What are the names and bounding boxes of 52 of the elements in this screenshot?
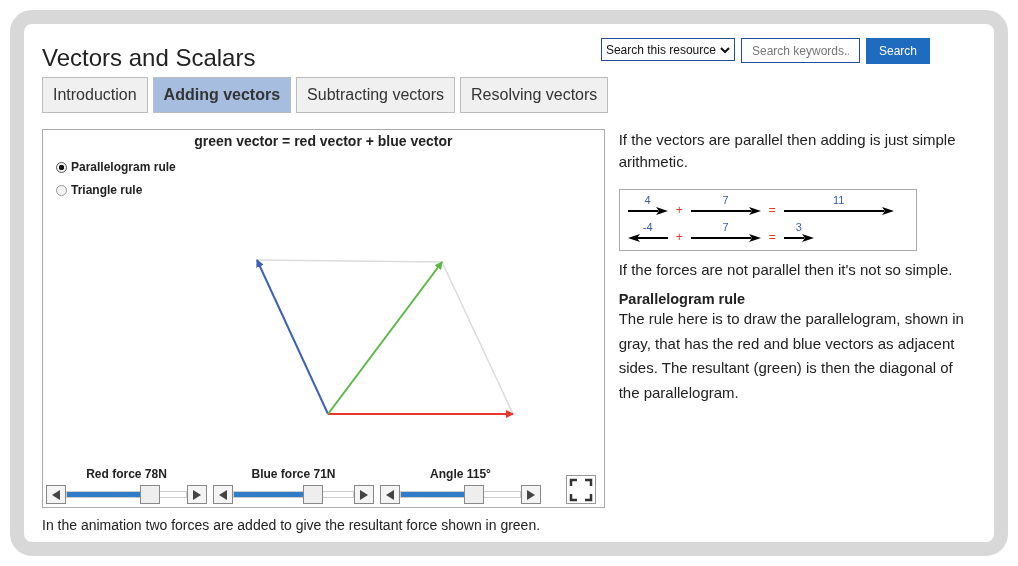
arrow-button[interactable] [354, 485, 374, 504]
arrow-label: 11 [832, 194, 845, 207]
search-field[interactable]: Search keywords.. [740, 38, 860, 63]
arrow-icon [627, 234, 668, 242]
arrow-button[interactable] [213, 485, 233, 504]
arrow-label: 7 [722, 194, 729, 207]
arrow-label: -4 [642, 221, 653, 234]
slider-label: Angle 115° [430, 467, 491, 481]
slider-thumb[interactable] [302, 485, 323, 504]
arrow-label: 4 [644, 194, 651, 207]
paragraph: If the forces are not parallel then it's not so simple. [618, 260, 954, 280]
chevron-icon [719, 45, 730, 54]
radio-option[interactable]: Parallelogram rule [56, 160, 176, 174]
arrow-icon [690, 207, 761, 215]
paragraph: If the vectors are parallel then adding is just simple arithmetic. [618, 130, 957, 172]
left-triangle-icon [385, 489, 395, 500]
slider-label: Blue force 71N [251, 467, 336, 481]
section-heading: Parallelogram rule [618, 291, 747, 307]
operator-sign: + [675, 205, 683, 215]
left-triangle-icon [218, 489, 228, 500]
operator-sign: = [768, 205, 776, 215]
arrow-icon [627, 207, 668, 215]
paragraph: The rule here is to draw the parallelogram, shown in gray, that has the red and blue vectors as adjacent sides. The resultant (green) is then the diagonal of the parallelogram. [618, 309, 965, 403]
simulation-title: green vector = red vector + blue vector [194, 133, 453, 149]
arrow-icon [690, 234, 761, 242]
arrow-icon [783, 207, 894, 215]
slider-thumb[interactable] [463, 485, 484, 504]
caption: In the animation two forces are added to give the resultant force shown in green. [42, 517, 542, 533]
tab[interactable]: Resolving vectors [460, 77, 609, 113]
arrow-icon [783, 234, 814, 242]
right-triangle-icon [192, 489, 202, 500]
arrow-label: 3 [795, 221, 802, 234]
arrow-button[interactable] [521, 485, 541, 504]
tab[interactable]: Adding vectors [152, 77, 292, 113]
page-title: Vectors and Scalars [42, 44, 256, 72]
arrow-button[interactable] [187, 485, 207, 504]
operator-sign: = [768, 232, 776, 242]
radio-option[interactable]: Triangle rule [56, 183, 143, 197]
arrow-button[interactable] [46, 485, 66, 504]
right-triangle-icon [359, 489, 369, 500]
left-triangle-icon [51, 489, 61, 500]
tab[interactable]: Introduction [42, 77, 148, 113]
slider-label: Red force 78N [86, 467, 167, 481]
arrow-label: 7 [722, 221, 729, 234]
fullscreen-button[interactable] [566, 475, 596, 504]
search-button[interactable]: Search [865, 38, 930, 64]
tab[interactable]: Subtracting vectors [296, 77, 456, 113]
slider-thumb[interactable] [139, 485, 160, 504]
arrow-button[interactable] [380, 485, 400, 504]
right-triangle-icon [526, 489, 536, 500]
operator-sign: + [675, 232, 683, 242]
scope-dropdown[interactable]: Search this resource [600, 38, 735, 61]
